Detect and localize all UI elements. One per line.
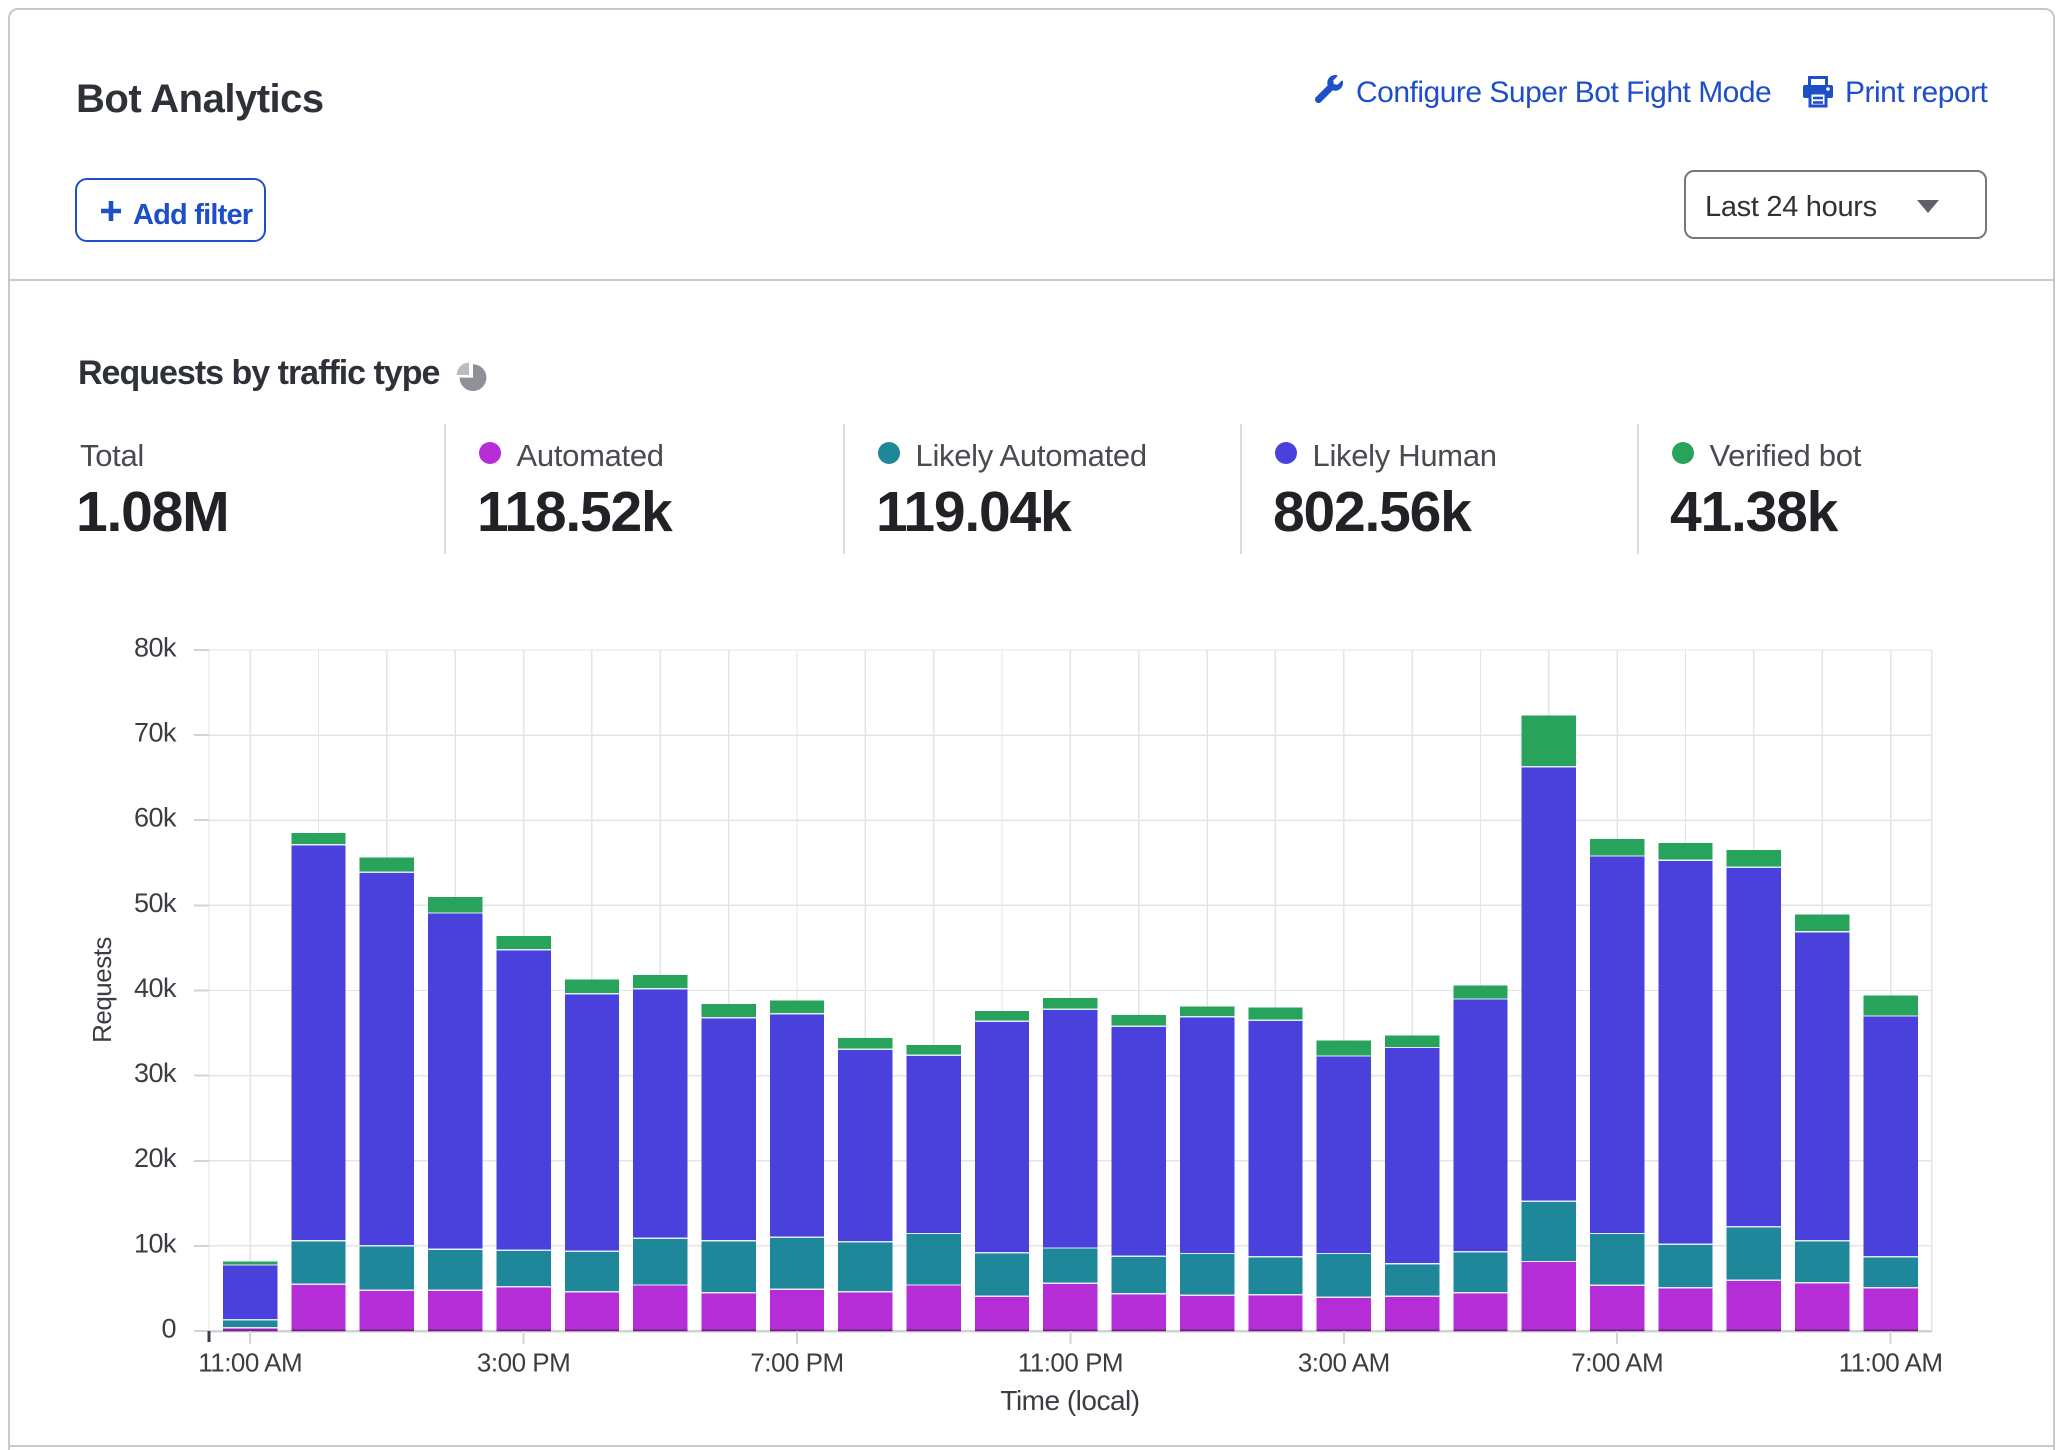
svg-text:20k: 20k <box>134 1143 177 1173</box>
svg-text:40k: 40k <box>134 973 177 1003</box>
svg-text:Time (local): Time (local) <box>1000 1385 1139 1416</box>
svg-text:50k: 50k <box>134 888 177 918</box>
svg-text:11:00 PM: 11:00 PM <box>1018 1348 1123 1378</box>
svg-text:3:00 AM: 3:00 AM <box>1298 1348 1390 1378</box>
svg-text:70k: 70k <box>134 718 177 748</box>
svg-text:30k: 30k <box>134 1058 177 1088</box>
svg-text:0: 0 <box>161 1313 176 1343</box>
svg-text:7:00 AM: 7:00 AM <box>1571 1348 1663 1378</box>
svg-text:80k: 80k <box>134 632 177 662</box>
svg-text:10k: 10k <box>134 1228 177 1258</box>
svg-text:3:00 PM: 3:00 PM <box>477 1348 570 1378</box>
svg-text:11:00 AM: 11:00 AM <box>1839 1348 1943 1378</box>
svg-text:60k: 60k <box>134 803 177 833</box>
svg-text:11:00 AM: 11:00 AM <box>198 1348 302 1378</box>
svg-text:7:00 PM: 7:00 PM <box>750 1348 843 1378</box>
svg-text:Requests: Requests <box>87 937 117 1043</box>
